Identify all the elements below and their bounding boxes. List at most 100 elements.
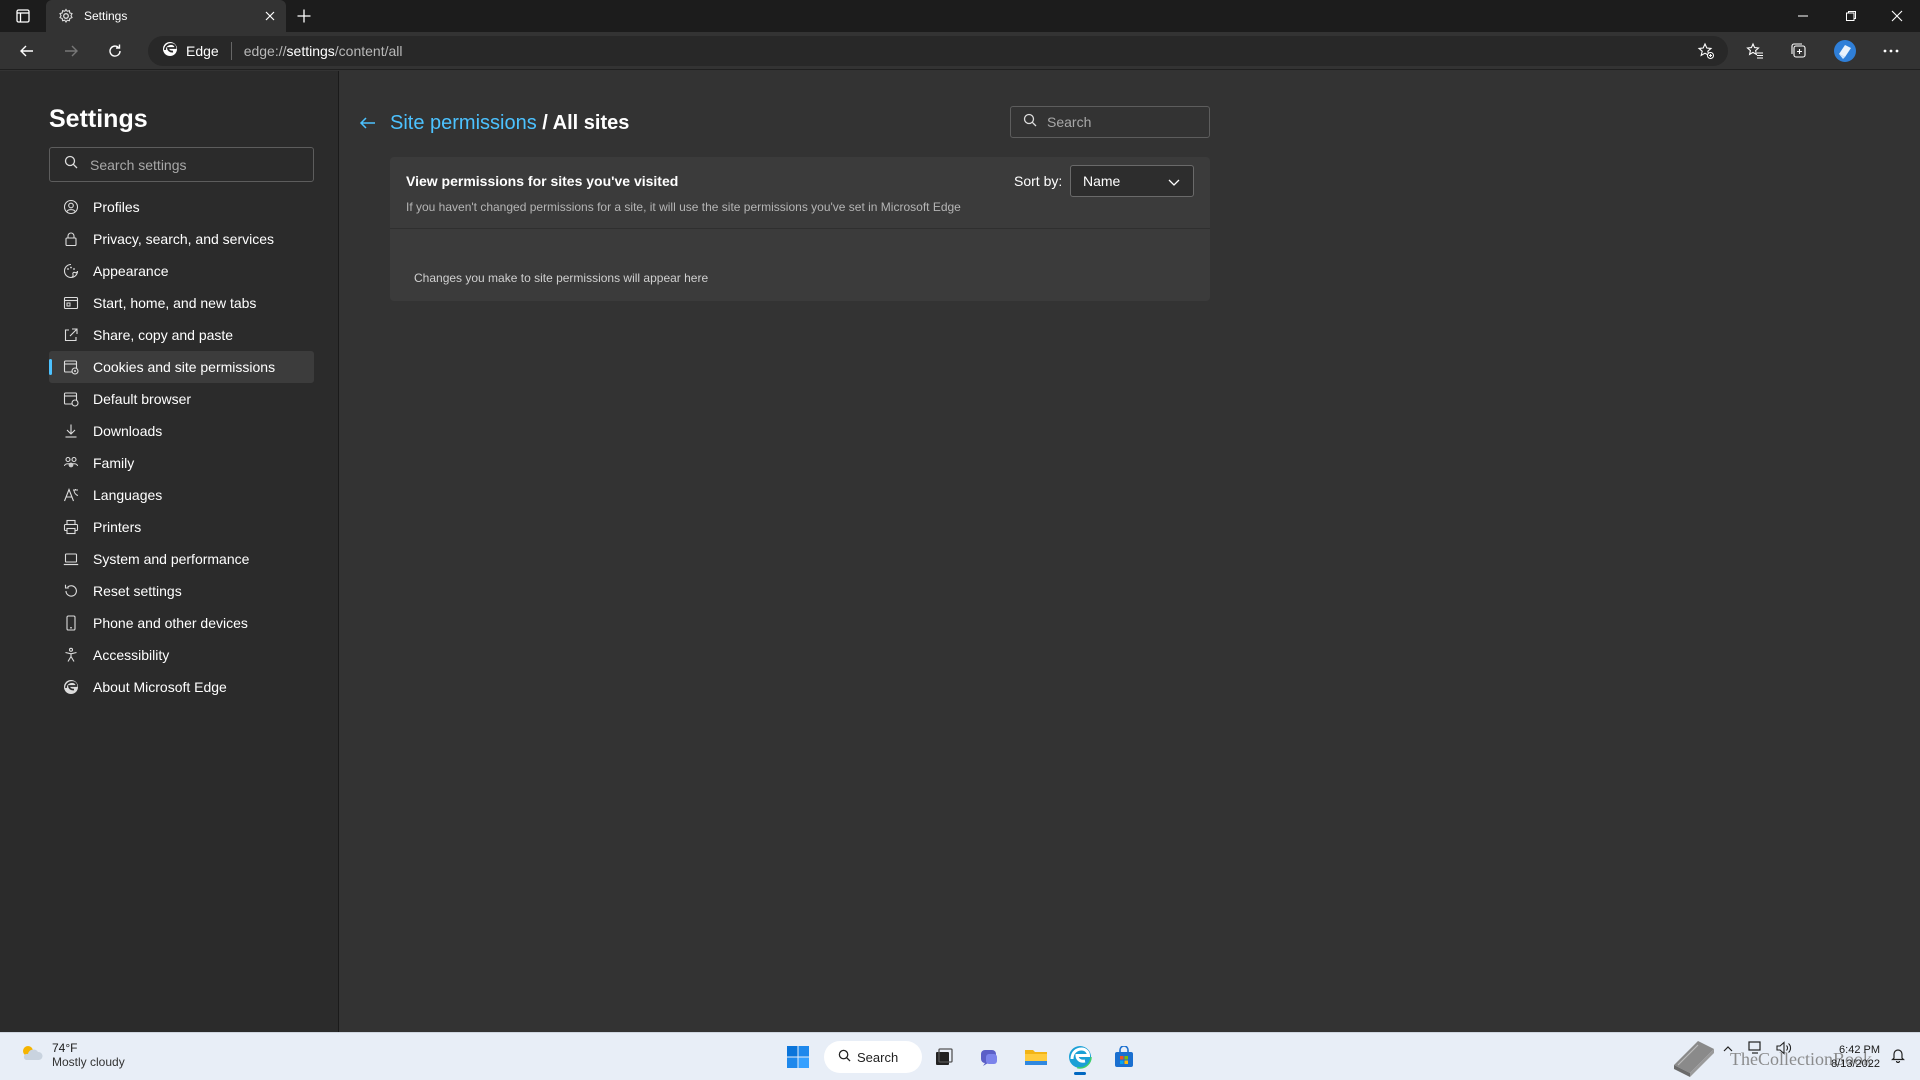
sidebar-item-downloads[interactable]: Downloads [49,415,314,447]
taskbar-search-button[interactable]: Search [824,1041,922,1073]
breadcrumb: Site permissions / All sites [390,112,629,135]
settings-sidebar: Settings Profiles Privacy, search, and s… [0,71,339,1032]
clock-date: 8/13/2022 [1831,1058,1880,1070]
close-tab-icon[interactable] [258,4,282,28]
profile-icon [63,199,79,215]
restore-icon[interactable] [1828,0,1874,32]
search-settings-input[interactable] [90,156,290,173]
weather-temperature: 74°F [52,1041,78,1055]
browser-icon [63,391,79,407]
tab-strip: Settings [0,0,1920,32]
language-icon [63,487,79,503]
url-path: /content/all [334,43,403,59]
sidebar-item-start-home[interactable]: Start, home, and new tabs [49,287,314,319]
volume-icon[interactable] [1776,1041,1792,1060]
new-tab-icon[interactable] [290,4,318,28]
sidebar-item-label: Share, copy and paste [93,327,234,343]
all-sites-card: View permissions for sites you've visite… [390,157,1210,301]
empty-state-text: Changes you make to site permissions wil… [414,271,709,285]
sort-by-dropdown[interactable]: Name [1070,165,1194,197]
search-settings-box[interactable] [49,147,314,182]
search-icon [1023,113,1037,132]
sidebar-item-family[interactable]: Family [49,447,314,479]
book-icon [1668,1035,1720,1080]
laptop-icon [63,551,79,567]
network-icon[interactable] [1748,1041,1764,1060]
sidebar-item-label: Family [93,455,135,471]
windows-start-icon[interactable] [780,1041,816,1073]
sidebar-item-label: Cookies and site permissions [93,359,276,375]
card-description: If you haven't changed permissions for a… [406,200,961,214]
url-text[interactable]: edge://settings/content/all [244,43,403,59]
search-icon [838,1049,851,1065]
printer-icon [63,519,79,535]
collections-icon[interactable] [1784,37,1814,65]
partly-cloudy-icon [18,1042,44,1069]
sidebar-item-label: Accessibility [93,647,170,663]
share-icon [63,327,79,343]
sidebar-item-profiles[interactable]: Profiles [49,191,314,223]
sidebar-item-label: Printers [93,519,142,535]
weather-widget[interactable]: 74°F Mostly cloudy [18,1041,125,1069]
refresh-icon[interactable] [100,37,130,65]
sidebar-item-privacy[interactable]: Privacy, search, and services [49,223,314,255]
sidebar-item-accessibility[interactable]: Accessibility [49,639,314,671]
breadcrumb-site-permissions-link[interactable]: Site permissions [390,112,537,134]
back-icon[interactable] [12,37,42,65]
back-arrow-icon[interactable] [356,111,380,135]
sidebar-item-reset[interactable]: Reset settings [49,575,314,607]
sidebar-item-printers[interactable]: Printers [49,511,314,543]
more-options-icon[interactable] [1876,37,1906,65]
edge-taskbar-icon[interactable] [1062,1041,1098,1075]
microsoft-store-icon[interactable] [1106,1041,1142,1073]
chevron-down-icon [1167,175,1181,189]
sort-by-value: Name [1083,173,1121,189]
sidebar-item-languages[interactable]: Languages [49,479,314,511]
sidebar-item-cookies[interactable]: Cookies and site permissions [49,351,314,383]
profile-avatar-icon[interactable] [1830,37,1860,65]
appearance-icon [63,263,79,279]
card-header: View permissions for sites you've visite… [390,157,1210,229]
edge-icon [63,679,79,695]
settings-main: Site permissions / All sites View permis… [340,71,1920,1032]
close-window-icon[interactable] [1874,0,1920,32]
minimize-icon[interactable] [1780,0,1826,32]
edge-badge[interactable]: Edge [162,41,219,62]
forward-icon[interactable] [56,37,86,65]
search-icon [64,155,78,174]
chevron-up-icon[interactable] [1722,1042,1734,1060]
sidebar-item-phone[interactable]: Phone and other devices [49,607,314,639]
edge-logo-icon [162,41,178,62]
sidebar-item-appearance[interactable]: Appearance [49,255,314,287]
taskbar-search-label: Search [857,1049,899,1065]
sidebar-item-default-browser[interactable]: Default browser [49,383,314,415]
favorites-icon[interactable] [1740,37,1770,65]
teams-chat-icon[interactable] [972,1041,1008,1073]
sidebar-item-label: Profiles [93,199,140,215]
task-view-icon[interactable] [926,1041,962,1073]
sidebar-item-label: Phone and other devices [93,615,248,631]
site-search-box[interactable] [1010,106,1210,138]
system-tray [1722,1041,1792,1060]
notification-bell-icon[interactable] [1890,1047,1908,1065]
sidebar-item-about[interactable]: About Microsoft Edge [49,671,314,703]
edge-label: Edge [186,43,219,59]
sidebar-item-label: Languages [93,487,163,503]
address-bar[interactable]: Edge edge://settings/content/all [148,36,1728,66]
tab-actions-icon[interactable] [10,5,36,27]
sidebar-item-share[interactable]: Share, copy and paste [49,319,314,351]
phone-icon [63,615,79,631]
clock-time: 6:42 PM [1839,1044,1880,1056]
sidebar-item-label: System and performance [93,551,250,567]
file-explorer-icon[interactable] [1018,1041,1054,1073]
sidebar-item-label: Privacy, search, and services [93,231,275,247]
clock[interactable]: 6:42 PM 8/13/2022 [1831,1043,1880,1071]
reset-icon [63,583,79,599]
tab-settings[interactable]: Settings [46,0,286,32]
site-search-input[interactable] [1047,114,1197,130]
url-host: settings [286,43,335,59]
sidebar-item-label: Default browser [93,391,192,407]
add-favorite-icon[interactable] [1694,39,1718,63]
sidebar-item-system[interactable]: System and performance [49,543,314,575]
accessibility-icon [63,647,79,663]
